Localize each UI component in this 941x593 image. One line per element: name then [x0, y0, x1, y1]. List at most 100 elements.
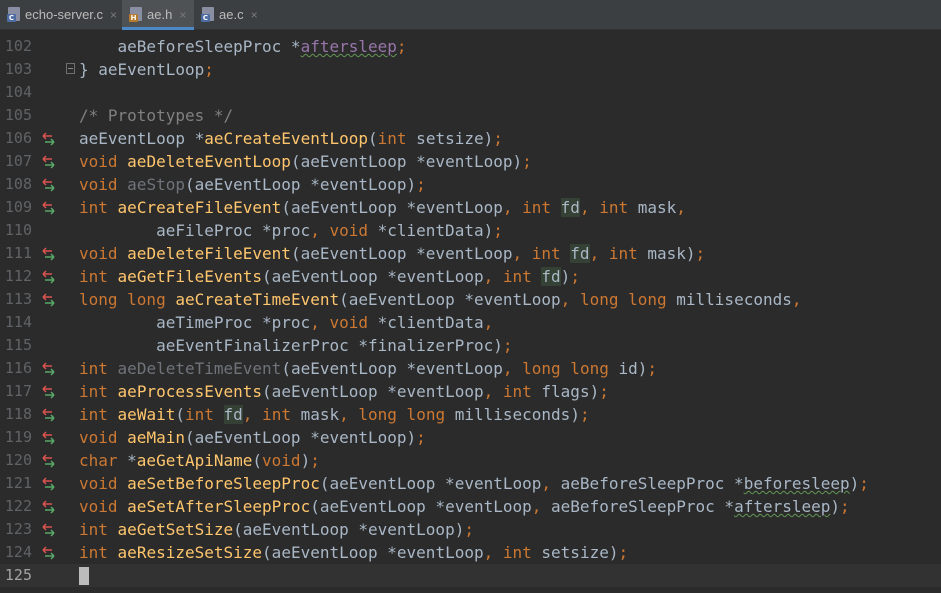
code-text[interactable]: aeEventLoop *aeCreateEventLoop(int setsi… [79, 127, 503, 150]
line-number[interactable]: 111 [0, 242, 32, 265]
line-number[interactable]: 105 [0, 104, 32, 127]
code-line[interactable]: 117 int aeProcessEvents(aeEventLoop *even… [0, 380, 941, 403]
code-text[interactable]: void aeSetAfterSleepProc(aeEventLoop *ev… [79, 495, 850, 518]
code-line[interactable]: 124 int aeResizeSetSize(aeEventLoop *even… [0, 541, 941, 564]
code-line[interactable]: 105 /* Prototypes */ [0, 104, 941, 127]
code-line[interactable]: 122 void aeSetAfterSleepProc(aeEventLoop … [0, 495, 941, 518]
code-line[interactable]: 110 aeFileProc *proc, void *clientData); [0, 219, 941, 242]
code-line[interactable]: 115 aeEventFinalizerProc *finalizerProc)… [0, 334, 941, 357]
close-icon[interactable]: × [251, 0, 258, 30]
code-token: long long [79, 290, 166, 309]
code-line[interactable]: 113 long long aeCreateTimeEvent(aeEventLo… [0, 288, 941, 311]
implementation-arrows-icon[interactable] [40, 430, 58, 445]
implementation-arrows-icon[interactable] [40, 361, 58, 376]
line-number[interactable]: 125 [0, 564, 32, 587]
code-text[interactable]: long long aeCreateTimeEvent(aeEventLoop … [79, 288, 802, 311]
code-line[interactable]: 125 [0, 564, 941, 587]
implementation-arrows-icon[interactable] [40, 200, 58, 215]
implementation-arrows-icon[interactable] [40, 177, 58, 192]
line-number[interactable]: 124 [0, 541, 32, 564]
implementation-arrows-icon[interactable] [40, 292, 58, 307]
code-line[interactable]: 103 } aeEventLoop; [0, 58, 941, 81]
line-number[interactable]: 112 [0, 265, 32, 288]
code-text[interactable]: int aeCreateFileEvent(aeEventLoop *event… [79, 196, 686, 219]
close-icon[interactable]: × [179, 0, 186, 30]
code-text[interactable]: int aeGetSetSize(aeEventLoop *eventLoop)… [79, 518, 474, 541]
code-line[interactable]: 106 aeEventLoop *aeCreateEventLoop(int se… [0, 127, 941, 150]
close-icon[interactable]: × [110, 0, 117, 30]
code-text[interactable]: aeFileProc *proc, void *clientData); [79, 219, 503, 242]
line-number[interactable]: 113 [0, 288, 32, 311]
code-line[interactable]: 107 void aeDeleteEventLoop(aeEventLoop *e… [0, 150, 941, 173]
implementation-arrows-icon[interactable] [40, 384, 58, 399]
code-text[interactable]: char *aeGetApiName(void); [79, 449, 320, 472]
code-line[interactable]: 112 int aeGetFileEvents(aeEventLoop *even… [0, 265, 941, 288]
code-token: , void [310, 313, 378, 332]
implementation-arrows-icon[interactable] [40, 499, 58, 514]
code-text[interactable]: aeEventFinalizerProc *finalizerProc); [79, 334, 512, 357]
implementation-arrows-icon[interactable] [40, 407, 58, 422]
implementation-arrows-icon[interactable] [40, 154, 58, 169]
code-line[interactable]: 102 aeBeforeSleepProc *aftersleep; [0, 35, 941, 58]
code-text[interactable]: aeBeforeSleepProc *aftersleep; [79, 35, 407, 58]
code-text[interactable]: int aeGetFileEvents(aeEventLoop *eventLo… [79, 265, 580, 288]
code-text[interactable]: } aeEventLoop; [79, 58, 214, 81]
implementation-arrows-icon[interactable] [40, 453, 58, 468]
code-editor[interactable]: 102 aeBeforeSleepProc *aftersleep; 103} a… [0, 31, 941, 593]
line-number[interactable]: 123 [0, 518, 32, 541]
code-line[interactable]: 109 int aeCreateFileEvent(aeEventLoop *ev… [0, 196, 941, 219]
line-number[interactable]: 108 [0, 173, 32, 196]
line-number[interactable]: 107 [0, 150, 32, 173]
line-number[interactable]: 114 [0, 311, 32, 334]
code-text[interactable]: void aeStop(aeEventLoop *eventLoop); [79, 173, 426, 196]
code-text[interactable]: /* Prototypes */ [79, 104, 233, 127]
code-token: mask [300, 405, 340, 424]
code-text[interactable]: int aeResizeSetSize(aeEventLoop *eventLo… [79, 541, 628, 564]
line-number[interactable]: 118 [0, 403, 32, 426]
code-line[interactable]: 111 void aeDeleteFileEvent(aeEventLoop *e… [0, 242, 941, 265]
line-number[interactable]: 109 [0, 196, 32, 219]
implementation-arrows-icon[interactable] [40, 545, 58, 560]
line-number[interactable]: 115 [0, 334, 32, 357]
line-number[interactable]: 117 [0, 380, 32, 403]
line-number[interactable]: 103 [0, 58, 32, 81]
code-token: ; [204, 60, 214, 79]
implementation-arrows-icon[interactable] [40, 131, 58, 146]
line-number[interactable]: 102 [0, 35, 32, 58]
tab-ae-h[interactable]: Hae.h × [122, 0, 194, 30]
line-number[interactable]: 104 [0, 81, 32, 104]
code-line[interactable]: 108 void aeStop(aeEventLoop *eventLoop); [0, 173, 941, 196]
line-number[interactable]: 116 [0, 357, 32, 380]
code-line[interactable]: 120 char *aeGetApiName(void); [0, 449, 941, 472]
code-line[interactable]: 116 int aeDeleteTimeEvent(aeEventLoop *ev… [0, 357, 941, 380]
implementation-arrows-icon[interactable] [40, 246, 58, 261]
code-text[interactable]: int aeDeleteTimeEvent(aeEventLoop *event… [79, 357, 657, 380]
line-number[interactable]: 121 [0, 472, 32, 495]
implementation-arrows-icon[interactable] [40, 269, 58, 284]
code-line[interactable]: 104 [0, 81, 941, 104]
code-text[interactable]: void aeMain(aeEventLoop *eventLoop); [79, 426, 426, 449]
line-number[interactable]: 122 [0, 495, 32, 518]
code-line[interactable]: 118 int aeWait(int fd, int mask, long lon… [0, 403, 941, 426]
line-number[interactable]: 110 [0, 219, 32, 242]
code-line[interactable]: 114 aeTimeProc *proc, void *clientData, [0, 311, 941, 334]
code-text[interactable]: aeTimeProc *proc, void *clientData, [79, 311, 493, 334]
code-text[interactable]: int aeProcessEvents(aeEventLoop *eventLo… [79, 380, 609, 403]
code-line[interactable]: 121 void aeSetBeforeSleepProc(aeEventLoop… [0, 472, 941, 495]
line-number[interactable]: 120 [0, 449, 32, 472]
code-text[interactable]: void aeDeleteFileEvent(aeEventLoop *even… [79, 242, 705, 265]
code-line[interactable]: 123 int aeGetSetSize(aeEventLoop *eventLo… [0, 518, 941, 541]
code-text[interactable]: void aeSetBeforeSleepProc(aeEventLoop *e… [79, 472, 869, 495]
line-number[interactable]: 119 [0, 426, 32, 449]
line-number[interactable]: 106 [0, 127, 32, 150]
tab-ae-c[interactable]: Cae.c × [194, 0, 264, 30]
code-text[interactable]: int aeWait(int fd, int mask, long long m… [79, 403, 590, 426]
implementation-arrows-icon[interactable] [40, 476, 58, 491]
fold-icon[interactable] [66, 63, 75, 74]
code-line[interactable]: 119 void aeMain(aeEventLoop *eventLoop); [0, 426, 941, 449]
implementation-arrows-icon[interactable] [40, 522, 58, 537]
tab-echo-server-c[interactable]: Cecho-server.c × [0, 0, 122, 30]
code-text[interactable]: void aeDeleteEventLoop(aeEventLoop *even… [79, 150, 532, 173]
code-token: aeSetAfterSleepProc [127, 497, 311, 516]
